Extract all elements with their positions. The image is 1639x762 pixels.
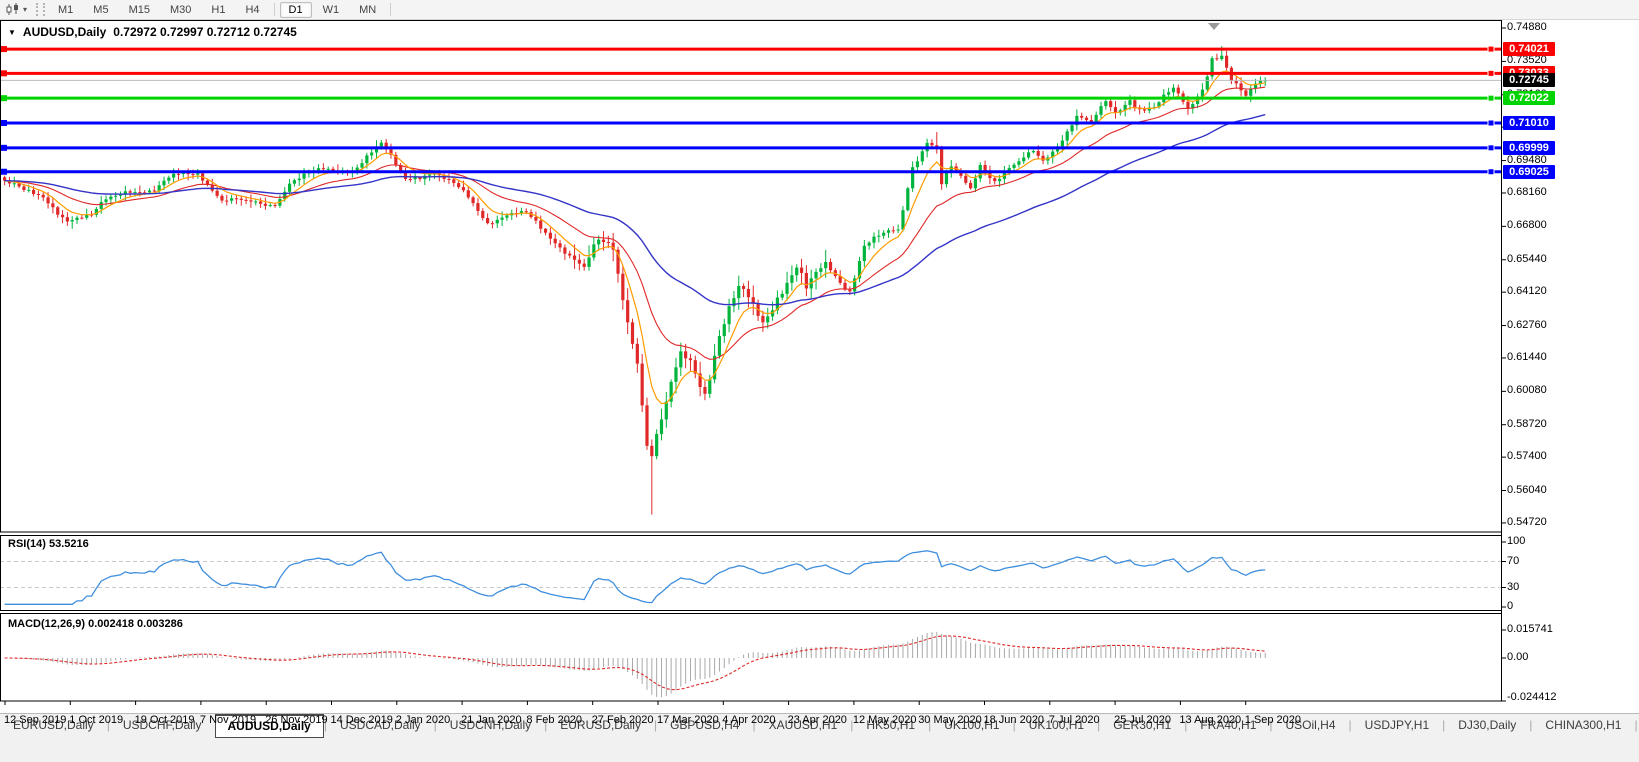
macd-tick-label: -0.024412 <box>1507 691 1557 703</box>
price-tick-label: 0.65440 <box>1507 252 1547 265</box>
chart-title: ▼ AUDUSD,Daily 0.72972 0.72997 0.72712 0… <box>8 25 297 39</box>
hline-price-label: 0.69025 <box>1503 164 1555 179</box>
hline-price-label: 0.72022 <box>1503 91 1555 106</box>
timeframe-button-w1[interactable]: W1 <box>314 2 349 18</box>
timeframe-button-mn[interactable]: MN <box>350 2 385 18</box>
macd-tick-label: 0.015741 <box>1507 622 1553 635</box>
price-tick-label: 0.69480 <box>1507 153 1547 166</box>
date-label[interactable]: 21 Jan 2020 <box>461 714 522 726</box>
hline-price-label: 0.74021 <box>1503 42 1555 57</box>
timeframe-button-d1[interactable]: D1 <box>279 1 312 18</box>
price-tick-label: 0.66800 <box>1507 219 1547 232</box>
current-price-label: 0.72745 <box>1503 73 1555 88</box>
chart-symbol-label: AUDUSD,Daily <box>22 25 107 39</box>
toolbar-separator <box>273 3 275 16</box>
price-tick-label: 0.54720 <box>1507 515 1547 528</box>
chart-ohlc-values: 0.72972 0.72997 0.72712 0.72745 <box>113 25 297 39</box>
price-tick-label: 0.61440 <box>1507 350 1547 363</box>
date-label[interactable]: 12 Sep 2019 <box>4 714 66 726</box>
hline-price-label: 0.71010 <box>1503 116 1555 130</box>
chart-tool-button[interactable]: ▾ <box>0 1 33 18</box>
date-label[interactable]: 26 Nov 2019 <box>265 714 327 726</box>
date-label[interactable]: 8 Feb 2020 <box>526 714 582 726</box>
rsi-tick-label: 70 <box>1507 554 1520 567</box>
macd-indicator-label: MACD(12,26,9) 0.002418 0.003286 <box>8 618 183 630</box>
date-label[interactable]: 4 Apr 2020 <box>722 714 775 726</box>
price-tick-label: 0.56040 <box>1507 483 1547 496</box>
price-tick-label: 0.73520 <box>1507 54 1547 67</box>
timeframe-button-m1[interactable]: M1 <box>49 2 82 18</box>
date-label[interactable]: 13 Aug 2020 <box>1179 714 1241 726</box>
date-label[interactable]: 7 Jul 2020 <box>1049 714 1100 726</box>
timeframe-button-h1[interactable]: H1 <box>202 2 234 18</box>
rsi-indicator-label: RSI(14) 53.5216 <box>8 538 89 550</box>
timeframe-button-m15[interactable]: M15 <box>120 2 159 18</box>
chart-window[interactable]: ▼ AUDUSD,Daily 0.72972 0.72997 0.72712 0… <box>0 20 1639 732</box>
price-tick-label: 0.58720 <box>1507 417 1547 430</box>
date-label[interactable]: 2 Jan 2020 <box>396 714 450 726</box>
date-label[interactable]: 1 Sep 2020 <box>1245 714 1301 726</box>
rsi-tick-label: 100 <box>1507 535 1526 547</box>
date-label[interactable]: 12 May 2020 <box>853 714 917 726</box>
timeframe-button-m30[interactable]: M30 <box>161 2 200 18</box>
price-tick-label: 0.64120 <box>1507 285 1547 298</box>
timeframe-group: M1 M5 M15 M30 H1 H4 <box>48 2 270 18</box>
date-label[interactable]: 7 Nov 2019 <box>200 714 256 726</box>
timeframe-button-h4[interactable]: H4 <box>236 2 268 18</box>
chevron-down-icon: ▾ <box>23 5 28 14</box>
toolbar-drag-handle[interactable] <box>36 3 46 16</box>
date-label[interactable]: 27 Feb 2020 <box>592 714 654 726</box>
timeframe-toolbar: ▾ M1 M5 M15 M30 H1 H4 D1 W1 MN <box>0 0 1639 20</box>
rsi-tick-label: 0 <box>1507 600 1514 612</box>
date-label[interactable]: 25 Jul 2020 <box>1114 714 1171 726</box>
toolbar-separator <box>390 3 392 16</box>
date-label[interactable]: 14 Dec 2019 <box>331 714 393 726</box>
date-label[interactable]: 17 Mar 2020 <box>657 714 719 726</box>
timeframe-button-m5[interactable]: M5 <box>84 2 117 18</box>
price-tick-label: 0.68160 <box>1507 185 1547 198</box>
date-label[interactable]: 23 Apr 2020 <box>788 714 847 726</box>
price-tick-label: 0.57400 <box>1507 450 1547 463</box>
price-tick-label: 0.62760 <box>1507 318 1547 331</box>
timeframe-group: D1 W1 MN <box>279 1 387 18</box>
chart-canvas[interactable] <box>0 20 1639 732</box>
chart-title-collapse-icon[interactable]: ▼ <box>8 28 16 37</box>
rsi-tick-label: 30 <box>1507 580 1520 593</box>
date-label[interactable]: 19 Oct 2019 <box>135 714 195 726</box>
candlestick-chart-icon <box>6 3 18 15</box>
price-tick-label: 0.60080 <box>1507 384 1547 397</box>
hline-price-label: 0.69999 <box>1503 140 1555 155</box>
date-label[interactable]: 30 May 2020 <box>918 714 982 726</box>
date-label[interactable]: 1 Oct 2019 <box>69 714 123 726</box>
macd-tick-label: 0.00 <box>1507 651 1529 663</box>
date-label[interactable]: 18 Jun 2020 <box>984 714 1045 726</box>
mt4-terminal: ▾ M1 M5 M15 M30 H1 H4 D1 W1 MN ▼ AUDUSD,Daily 0… <box>0 0 1639 762</box>
price-tick-label: 0.74880 <box>1507 21 1547 33</box>
